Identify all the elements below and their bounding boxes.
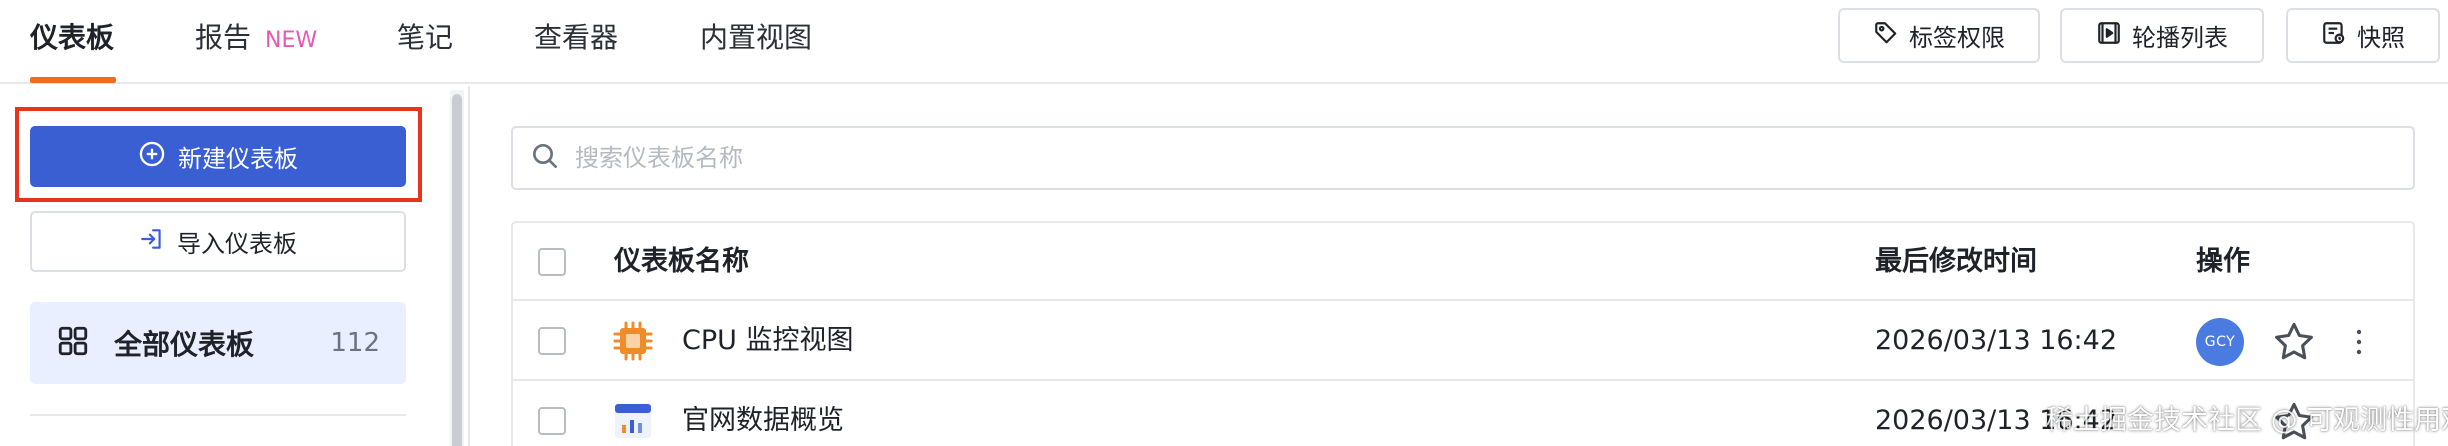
watermark: 稀土掘金技术社区 @ 可观测性用观测云 [2046, 405, 2448, 436]
tab-notes[interactable]: 笔记 [397, 18, 453, 58]
more-options-icon[interactable] [2353, 327, 2365, 357]
tab-dashboard[interactable]: 仪表板 [30, 18, 114, 58]
dashboard-name[interactable]: CPU 监控视图 [682, 322, 853, 360]
star-icon[interactable] [2271, 319, 2317, 365]
snapshot-button[interactable]: 快照 [2286, 8, 2440, 63]
tab-builtin-views[interactable]: 内置视图 [700, 18, 812, 58]
row-checkbox[interactable] [538, 327, 566, 355]
active-tab-indicator [30, 77, 116, 83]
carousel-list-label: 轮播列表 [2132, 24, 2228, 52]
all-dashboards-count: 112 [330, 328, 380, 358]
create-dashboard-label: 新建仪表板 [178, 145, 298, 173]
grid-icon [56, 324, 90, 362]
top-navigation: 仪表板 报告 NEW 笔记 查看器 内置视图 标签权限 轮播列表 快照 [0, 0, 2448, 84]
all-dashboards-label: 全部仪表板 [114, 328, 255, 361]
table-row[interactable]: CPU 监控视图 2026/03/13 16:42 GCY [513, 301, 2413, 381]
chart-window-icon [613, 401, 653, 441]
column-header-name: 仪表板名称 [614, 246, 749, 277]
column-header-modified: 最后修改时间 [1875, 246, 2037, 277]
new-badge: NEW [265, 28, 318, 53]
plus-circle-icon [138, 140, 166, 174]
cpu-icon [613, 321, 653, 361]
column-header-actions: 操作 [2196, 246, 2250, 277]
sidebar-item-all-dashboards[interactable]: 全部仪表板 112 [30, 302, 406, 384]
sidebar-scrollbar[interactable] [452, 94, 462, 446]
create-dashboard-button[interactable]: 新建仪表板 [30, 126, 406, 187]
row-checkbox[interactable] [538, 407, 566, 435]
tag-icon [1873, 20, 1899, 52]
search-icon [529, 140, 561, 176]
carousel-list-button[interactable]: 轮播列表 [2060, 8, 2264, 63]
import-dashboard-label: 导入仪表板 [177, 230, 297, 258]
snapshot-icon [2321, 20, 2347, 52]
dashboard-sidebar: 新建仪表板 导入仪表板 全部仪表板 112 [0, 86, 468, 446]
table-header: 仪表板名称 最后修改时间 操作 [513, 223, 2413, 301]
tag-permissions-label: 标签权限 [1909, 24, 2005, 52]
avatar: GCY [2196, 318, 2244, 366]
select-all-checkbox[interactable] [538, 248, 566, 276]
tag-permissions-button[interactable]: 标签权限 [1838, 8, 2040, 63]
search-input[interactable] [575, 144, 2275, 172]
import-icon [139, 226, 165, 258]
panel-divider [468, 86, 470, 446]
tab-viewer[interactable]: 查看器 [534, 18, 618, 58]
import-dashboard-button[interactable]: 导入仪表板 [30, 211, 406, 272]
dashboard-name[interactable]: 官网数据概览 [682, 402, 844, 440]
tab-reports-label: 报告 [195, 21, 252, 54]
snapshot-label: 快照 [2357, 24, 2405, 52]
play-icon [2096, 20, 2122, 52]
tab-reports[interactable]: 报告 NEW [195, 18, 317, 58]
modified-time: 2026/03/13 16:42 [1875, 325, 2118, 356]
dashboard-search [511, 126, 2415, 190]
sidebar-divider [30, 414, 406, 416]
